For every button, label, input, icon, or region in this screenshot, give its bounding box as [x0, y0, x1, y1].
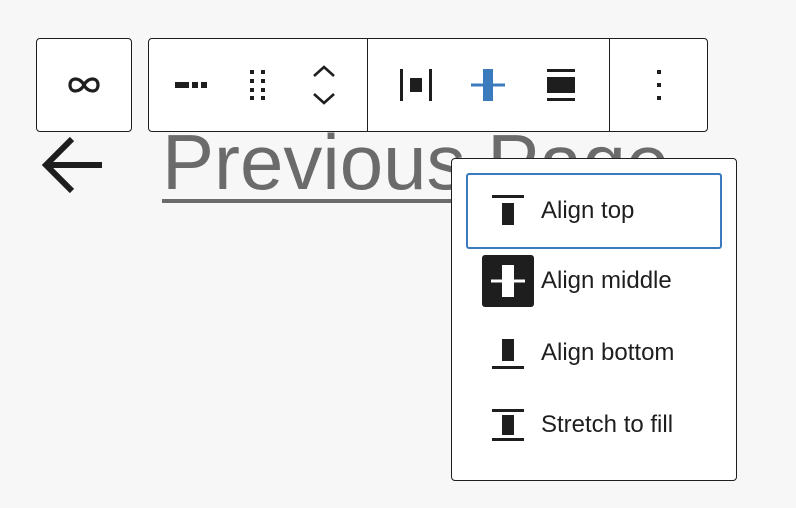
alignment-group — [367, 39, 609, 131]
block-toolbar — [148, 38, 708, 132]
drag-handle-button[interactable] — [234, 55, 282, 115]
vertical-align-button[interactable] — [464, 55, 512, 115]
ellipsis-dash-icon — [175, 82, 207, 88]
link-infinity-icon — [68, 77, 100, 93]
menu-item-align-bottom[interactable]: Align bottom — [466, 317, 722, 389]
more-options-button[interactable] — [635, 55, 683, 115]
move-group — [149, 39, 367, 131]
align-top-icon — [482, 185, 534, 237]
drag-handle-icon — [250, 70, 265, 100]
navigation-button[interactable] — [168, 55, 216, 115]
menu-item-align-middle[interactable]: Align middle — [466, 245, 722, 317]
menu-item-label: Align bottom — [541, 339, 675, 366]
align-middle-icon — [482, 255, 534, 307]
stretch-button[interactable] — [537, 55, 585, 115]
move-up-down-chevrons-icon — [313, 65, 335, 105]
block-transform-toolbar — [36, 38, 132, 132]
menu-item-stretch-to-fill[interactable]: Stretch to fill — [466, 389, 722, 461]
arrow-left-icon — [41, 136, 102, 194]
align-stretch-icon — [546, 69, 575, 101]
options-group — [609, 39, 707, 131]
transform-button[interactable] — [37, 39, 131, 131]
vertical-alignment-menu: Align top Align middle Align bottom Stre… — [451, 158, 737, 481]
menu-item-label: Stretch to fill — [541, 411, 674, 438]
editor-canvas: Previous Page Align top Align middle Ali… — [0, 0, 796, 508]
move-up-down-button[interactable] — [300, 55, 348, 115]
align-bottom-icon — [482, 327, 534, 379]
menu-item-label: Align middle — [541, 267, 672, 294]
vertical-ellipsis-icon — [656, 70, 661, 100]
menu-item-label: Align top — [541, 197, 635, 224]
align-middle-icon — [471, 69, 506, 101]
stretch-to-fill-icon — [482, 399, 534, 451]
justify-space-between-icon — [400, 69, 433, 101]
justify-button[interactable] — [392, 55, 440, 115]
menu-item-align-top[interactable]: Align top — [466, 173, 722, 249]
